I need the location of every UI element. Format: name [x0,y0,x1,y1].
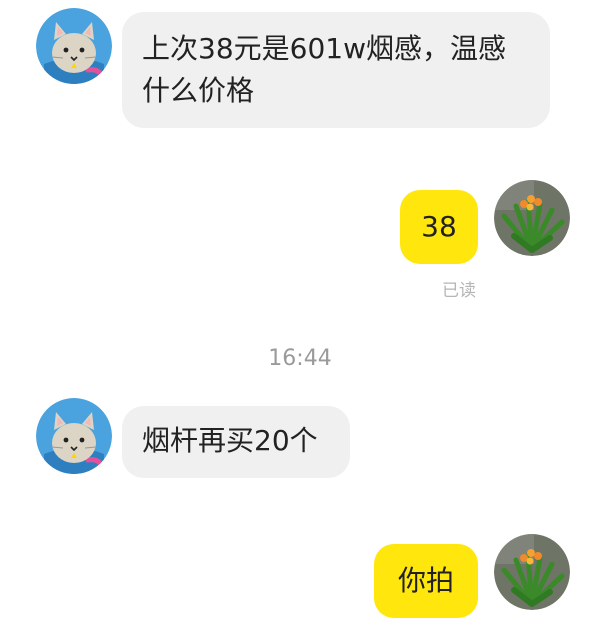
message-bubble-outgoing[interactable]: 38 [400,190,478,264]
contact-avatar-cat[interactable] [36,8,112,84]
message-text: 38 [421,210,457,243]
my-avatar-plant[interactable] [494,534,570,610]
timestamp: 16:44 [268,346,332,371]
my-avatar-plant[interactable] [494,180,570,256]
message-text: 上次38元是601w烟感，温感什么价格 [142,32,506,107]
contact-avatar-cat[interactable] [36,398,112,474]
message-text: 烟杆再买20个 [142,424,318,457]
plant-avatar-icon [494,534,570,610]
cat-avatar-icon [36,398,112,474]
message-bubble-incoming[interactable]: 上次38元是601w烟感，温感什么价格 [122,12,550,128]
plant-avatar-icon [494,180,570,256]
message-bubble-outgoing[interactable]: 你拍 [374,544,478,618]
message-bubble-incoming[interactable]: 烟杆再买20个 [122,406,350,478]
chat-view[interactable]: 上次38元是601w烟感，温感什么价格 38 已读 16:44 烟杆再买20个 … [0,0,600,618]
cat-avatar-icon [36,8,112,84]
message-text: 你拍 [397,564,454,597]
read-status: 已读 [442,281,476,301]
